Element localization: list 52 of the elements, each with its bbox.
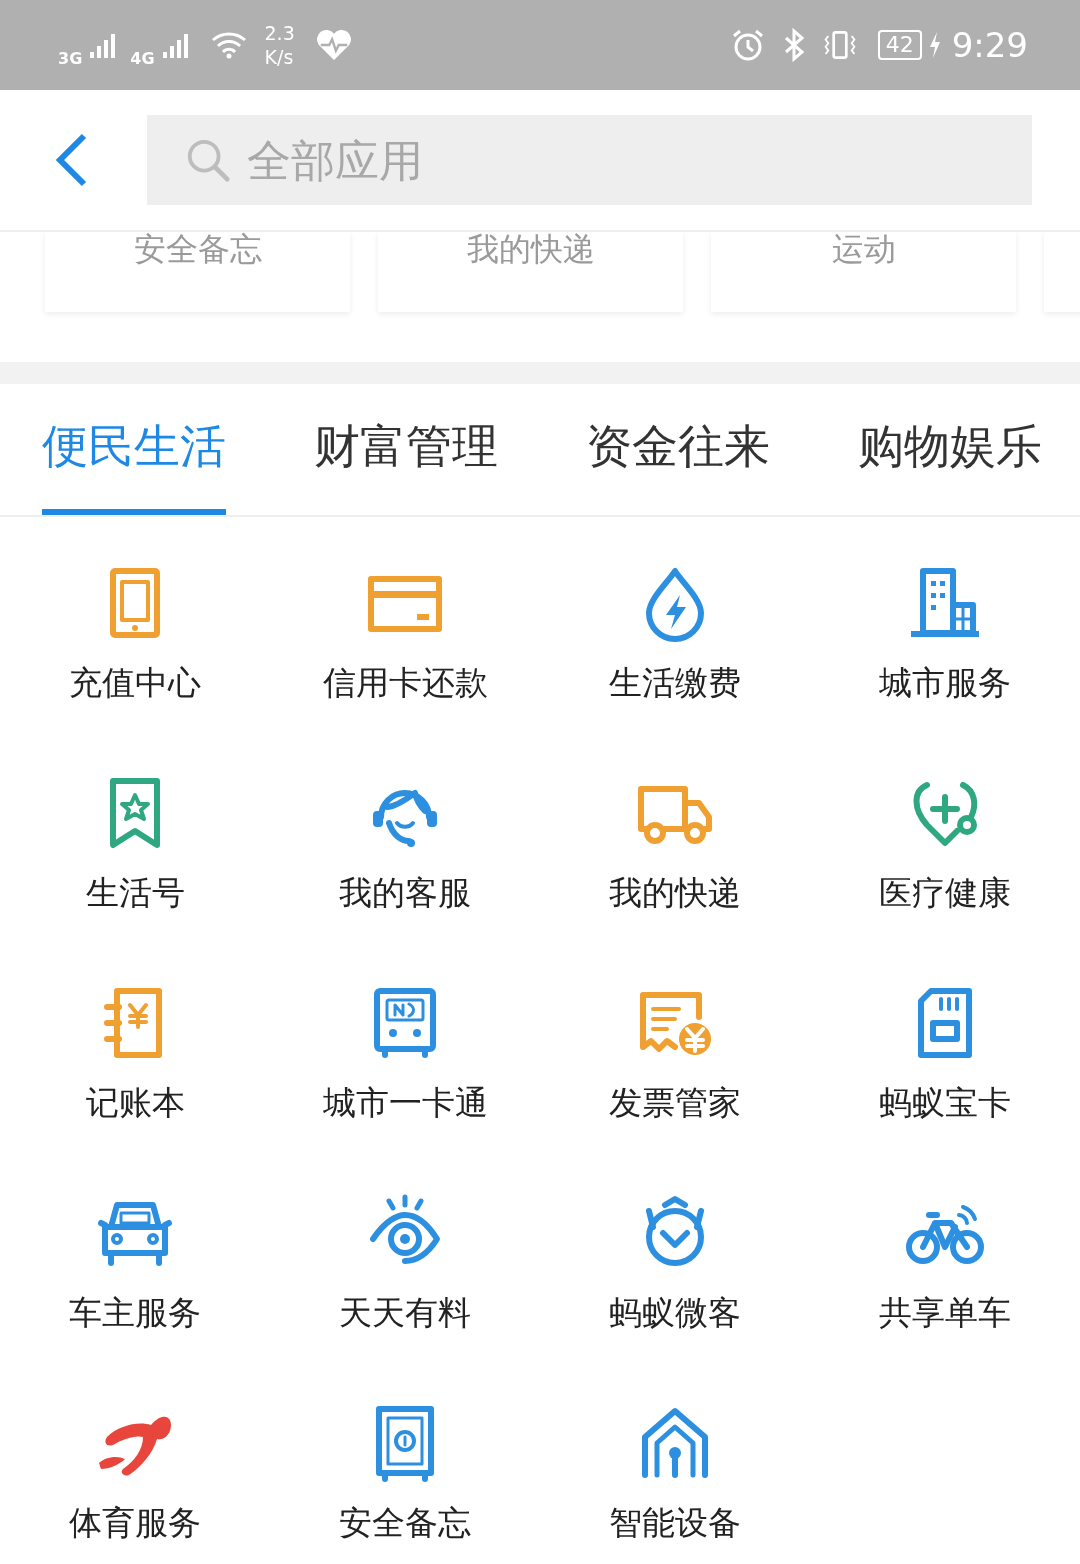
app-label: 生活缴费 bbox=[609, 662, 741, 704]
app-shortcut[interactable]: 共享单车 bbox=[810, 1193, 1080, 1403]
app-shortcut[interactable]: 智能设备 bbox=[540, 1403, 810, 1564]
network-type: 3G bbox=[58, 49, 83, 68]
category-tab[interactable]: 资金往来 bbox=[586, 384, 770, 515]
app-label: 车主服务 bbox=[69, 1292, 201, 1334]
app-shortcut[interactable]: 城市服务 bbox=[810, 563, 1080, 773]
app-shortcut[interactable]: 发票管家 bbox=[540, 983, 810, 1193]
app-shortcut[interactable]: 我的快递 bbox=[540, 773, 810, 983]
category-tab[interactable]: 便民生活 bbox=[42, 384, 226, 515]
app-label: 医疗健康 bbox=[879, 872, 1011, 914]
app-label: 蚂蚁微客 bbox=[609, 1292, 741, 1334]
app-label: 共享单车 bbox=[879, 1292, 1011, 1334]
app-label: 天天有料 bbox=[339, 1292, 471, 1334]
speed-value: 2.3 bbox=[264, 21, 295, 45]
app-shortcut[interactable]: 生活号 bbox=[0, 773, 270, 983]
app-shortcut[interactable]: 天天有料 bbox=[270, 1193, 540, 1403]
category-tab[interactable]: 购物娱乐 bbox=[858, 384, 1042, 515]
battery-level: 42 bbox=[885, 32, 914, 57]
heart-icon bbox=[314, 28, 353, 62]
app-label: 信用卡还款 bbox=[322, 662, 488, 704]
app-shortcut[interactable]: 我的客服 bbox=[270, 773, 540, 983]
charging-icon bbox=[927, 30, 942, 60]
app-label: 智能设备 bbox=[609, 1502, 741, 1544]
speed-unit: K/s bbox=[264, 45, 295, 69]
search-icon bbox=[185, 137, 231, 183]
category-tab[interactable]: 财富管理 bbox=[314, 384, 498, 515]
app-label: 我的快递 bbox=[609, 872, 741, 914]
app-label: 生活号 bbox=[85, 872, 185, 914]
app-label: 城市服务 bbox=[879, 662, 1011, 704]
app-shortcut[interactable]: 医疗健康 bbox=[810, 773, 1080, 983]
app-shortcut[interactable]: 车主服务 bbox=[0, 1193, 270, 1403]
app-shortcut[interactable]: 蚂蚁微客 bbox=[540, 1193, 810, 1403]
app-shortcut[interactable]: 安全备忘 bbox=[270, 1403, 540, 1564]
app-shortcut[interactable]: 记账本 bbox=[0, 983, 270, 1193]
app-label: 发票管家 bbox=[609, 1082, 741, 1124]
search-field[interactable]: 全部应用 bbox=[147, 115, 1032, 205]
app-label: 蚂蚁宝卡 bbox=[879, 1082, 1011, 1124]
app-shortcut[interactable]: 体育服务 bbox=[0, 1403, 270, 1564]
app-label: 我的客服 bbox=[339, 872, 471, 914]
app-label: 记账本 bbox=[85, 1082, 185, 1124]
app-label: 城市一卡通 bbox=[322, 1082, 488, 1124]
network-type: 4G bbox=[130, 49, 155, 68]
app-shortcut[interactable]: 充值中心 bbox=[0, 563, 270, 773]
app-label: 体育服务 bbox=[69, 1502, 201, 1544]
app-label: 安全备忘 bbox=[339, 1502, 471, 1544]
app-shortcut[interactable]: 信用卡还款 bbox=[270, 563, 540, 773]
app-shortcut[interactable]: 蚂蚁宝卡 bbox=[810, 983, 1080, 1193]
app-shortcut[interactable]: 生活缴费 bbox=[540, 563, 810, 773]
app-shortcut[interactable]: 城市一卡通 bbox=[270, 983, 540, 1193]
app-label: 充值中心 bbox=[69, 662, 201, 704]
clock-time: 9:29 bbox=[951, 25, 1028, 65]
